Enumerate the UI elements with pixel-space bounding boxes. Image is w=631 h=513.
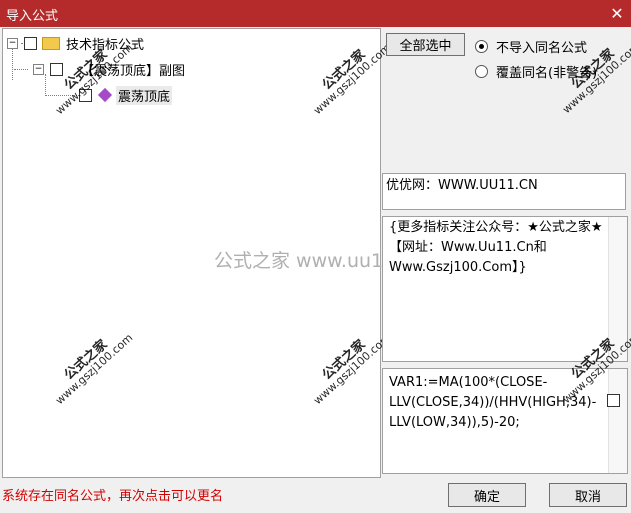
root-checkbox[interactable] [24, 36, 37, 50]
radio-skip-duplicates[interactable]: 不导入同名公式 [475, 37, 587, 56]
watermark: 公式之家 www.gszj100.com [311, 41, 394, 118]
watermark: 公式之家 www.gszj100.com [311, 331, 394, 408]
close-icon[interactable]: ✕ [603, 0, 631, 27]
options-panel: 全部选中 不导入同名公式 覆盖同名(非警告) 优优网：WWW.UU11.CN {… [382, 28, 631, 476]
status-message: 系统存在同名公式，再次点击可以更名 [2, 489, 224, 504]
radio-skip-label: 不导入同名公式 [496, 41, 588, 56]
item-label: 震荡顶底 [116, 85, 173, 105]
radio-checked-icon[interactable] [475, 40, 488, 53]
indicator-icon [97, 87, 113, 103]
info-text: {更多指标关注公众号：★公式之家★【网址：Www.Uu11.Cn和Www.Gsz… [389, 220, 603, 275]
watermark: 公式之家 www.gszj100.com [53, 331, 136, 408]
site-text-box[interactable]: 优优网：WWW.UU11.CN [382, 173, 626, 210]
ok-button[interactable]: 确定 [448, 483, 526, 507]
import-formula-dialog: 导入公式 ✕ − 技术指标公式 − 【震荡顶底】副图 震荡顶底 公式之家 www.… [0, 0, 631, 513]
group-checkbox[interactable] [50, 62, 63, 76]
title-bar: 导入公式 ✕ [0, 0, 631, 27]
select-all-button[interactable]: 全部选中 [386, 33, 465, 56]
scrollbar[interactable] [608, 369, 627, 473]
radio-unchecked-icon[interactable] [475, 65, 488, 78]
tree-connector [14, 69, 28, 70]
site-text: 优优网：WWW.UU11.CN [386, 178, 538, 193]
window-title: 导入公式 [6, 9, 59, 24]
info-text-box[interactable]: {更多指标关注公众号：★公式之家★【网址：Www.Uu11.Cn和Www.Gsz… [382, 216, 628, 362]
formula-checkbox[interactable] [607, 394, 620, 407]
collapse-icon[interactable]: − [7, 37, 18, 49]
collapse-icon[interactable]: − [33, 63, 44, 75]
folder-icon [42, 36, 60, 50]
cancel-button[interactable]: 取消 [549, 483, 627, 507]
